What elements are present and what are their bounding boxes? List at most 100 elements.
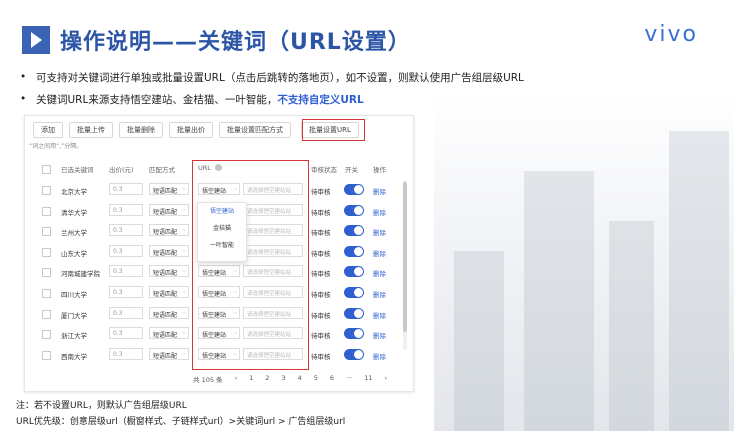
match-type-select[interactable]: 短语匹配 ⌵ — [149, 244, 189, 257]
delete-link[interactable]: 删除 — [373, 268, 386, 278]
status-text: 待审核 — [311, 249, 331, 258]
add-button[interactable]: 添加 — [33, 122, 63, 138]
batch-match-type-button[interactable]: 批量设置匹配方式 — [219, 122, 291, 138]
footnotes: 注：若不设置URL，则默认广告组层级URL URL优先级：创意层级url（橱窗样… — [16, 398, 345, 430]
match-type-select[interactable]: 短语匹配 ⌵ — [149, 265, 189, 278]
match-type-value: 短语匹配 — [153, 332, 178, 340]
bid-input[interactable]: 0.3 — [109, 306, 143, 319]
note-default-url: 注：若不设置URL，则默认广告组层级URL — [16, 401, 187, 411]
keyword-text: 浙江大学 — [61, 332, 87, 341]
pagination-page[interactable]: 3 — [281, 374, 285, 384]
bid-input[interactable]: 0.3 — [109, 224, 143, 237]
scrollbar-thumb[interactable] — [403, 182, 407, 332]
status-text: 待审核 — [311, 188, 331, 196]
match-type-select[interactable]: 短语匹配 ⌵ — [149, 203, 189, 216]
scrollbar[interactable] — [403, 180, 407, 350]
keyword-text: 厦门大学 — [61, 311, 87, 320]
bid-input[interactable]: 0.3 — [109, 265, 143, 278]
bid-input[interactable]: 0.3 — [109, 183, 143, 195]
bullet-text: 可支持对关键词进行单独或批量设置URL（点击后跳转的落地页），如不设置，则默认使… — [36, 71, 524, 84]
bid-input[interactable]: 0.3 — [109, 244, 143, 257]
highlight-box-url-column — [192, 160, 309, 370]
bid-input[interactable]: 0.3 — [109, 286, 143, 298]
match-type-value: 短语匹配 — [153, 249, 178, 257]
bid-input[interactable]: 0.3 — [109, 327, 143, 340]
match-type-value: 短语匹配 — [153, 311, 178, 319]
match-type-select[interactable]: 短语匹配 ⌵ — [149, 306, 189, 319]
delete-link[interactable]: 删除 — [373, 310, 386, 320]
bid-input[interactable]: 0.3 — [109, 347, 143, 360]
batch-bid-button[interactable]: 批量出价 — [169, 122, 213, 138]
dropdown-option[interactable]: 悟空建站 — [198, 203, 246, 220]
chevron-down-icon: ⌵ — [182, 350, 186, 357]
pagination-page[interactable]: 6 — [330, 374, 334, 384]
row-checkbox[interactable] — [42, 247, 51, 257]
delete-link[interactable]: 删除 — [373, 351, 386, 361]
vivo-logo: vivo — [644, 22, 698, 47]
row-checkbox[interactable] — [42, 268, 51, 278]
title-text: 操作说明——关键词（URL设置） — [60, 30, 411, 55]
highlight-box-batch-url — [302, 119, 365, 141]
switch-toggle[interactable] — [344, 184, 364, 195]
match-type-select[interactable]: 短语匹配 ⌵ — [149, 347, 189, 360]
background-city-image — [434, 90, 734, 431]
row-checkbox[interactable] — [42, 227, 51, 237]
note-url-priority: URL优先级：创意层级url（橱窗样式、子链样式url）>关键词url > 广告… — [16, 417, 346, 427]
keyword-text: 河南城建学院 — [61, 270, 100, 279]
batch-upload-button[interactable]: 批量上传 — [69, 122, 113, 138]
pagination-page[interactable]: 4 — [298, 374, 302, 384]
delete-link[interactable]: 删除 — [373, 248, 386, 258]
delete-link[interactable]: 删除 — [373, 207, 386, 217]
play-arrow-icon — [22, 26, 50, 54]
batch-delete-button[interactable]: 批量删除 — [119, 122, 163, 138]
switch-toggle[interactable] — [344, 225, 364, 237]
bid-input[interactable]: 0.3 — [109, 203, 143, 216]
pagination-page[interactable]: 5 — [314, 374, 318, 384]
match-type-value: 短语匹配 — [153, 208, 178, 216]
switch-toggle[interactable] — [344, 266, 364, 278]
pagination-ellipsis: ··· — [346, 374, 353, 382]
switch-toggle[interactable] — [344, 328, 364, 340]
pagination-page[interactable]: 11 — [364, 374, 372, 384]
keyword-text: 四川大学 — [61, 291, 87, 299]
row-checkbox[interactable] — [42, 350, 51, 360]
chevron-down-icon: ⌵ — [182, 330, 186, 337]
switch-toggle[interactable] — [344, 204, 364, 216]
match-type-select[interactable]: 短语匹配 ⌵ — [149, 183, 189, 195]
switch-toggle[interactable] — [344, 245, 364, 257]
chevron-down-icon: ⌵ — [182, 227, 186, 234]
row-checkbox[interactable] — [42, 206, 51, 216]
keyword-text: 山东大学 — [61, 249, 87, 258]
header-price: 出价(元) — [109, 166, 134, 174]
dropdown-option[interactable]: 一叶智能 — [198, 237, 246, 254]
delete-link[interactable]: 删除 — [373, 330, 386, 340]
delete-link[interactable]: 删除 — [373, 186, 386, 196]
pagination-page[interactable]: 1 — [249, 374, 253, 384]
pagination-page[interactable]: 2 — [265, 374, 269, 384]
pagination-total: 共 105 条 — [193, 376, 223, 384]
switch-toggle[interactable] — [344, 307, 364, 319]
switch-toggle[interactable] — [344, 348, 364, 360]
match-type-select[interactable]: 短语匹配 ⌵ — [149, 224, 189, 237]
pagination-prev[interactable]: ‹ — [235, 374, 238, 384]
delete-link[interactable]: 删除 — [373, 227, 386, 237]
dropdown-option[interactable]: 金桔猫 — [198, 220, 246, 237]
match-type-value: 短语匹配 — [153, 229, 178, 237]
keyword-panel: 添加 批量上传 批量删除 批量出价 批量设置匹配方式 批量设置URL “词之间用… — [24, 115, 414, 392]
row-checkbox[interactable] — [42, 330, 51, 340]
match-type-value: 短语匹配 — [153, 291, 178, 298]
delete-link[interactable]: 删除 — [373, 289, 386, 299]
status-text: 待审核 — [311, 291, 331, 299]
match-type-value: 短语匹配 — [153, 270, 178, 278]
chevron-down-icon: ⌵ — [182, 206, 186, 213]
match-type-select[interactable]: 短语匹配 ⌵ — [149, 286, 189, 298]
row-checkbox[interactable] — [42, 186, 51, 195]
match-type-select[interactable]: 短语匹配 ⌵ — [149, 327, 189, 340]
bullet-list: • 可支持对关键词进行单独或批量设置URL（点击后跳转的落地页），如不设置，则默认… — [20, 66, 524, 110]
select-all-checkbox[interactable] — [42, 165, 51, 174]
header-match: 匹配方式 — [149, 166, 175, 174]
pagination-next[interactable]: › — [384, 374, 387, 384]
row-checkbox[interactable] — [42, 289, 51, 298]
row-checkbox[interactable] — [42, 309, 51, 319]
switch-toggle[interactable] — [344, 287, 364, 298]
